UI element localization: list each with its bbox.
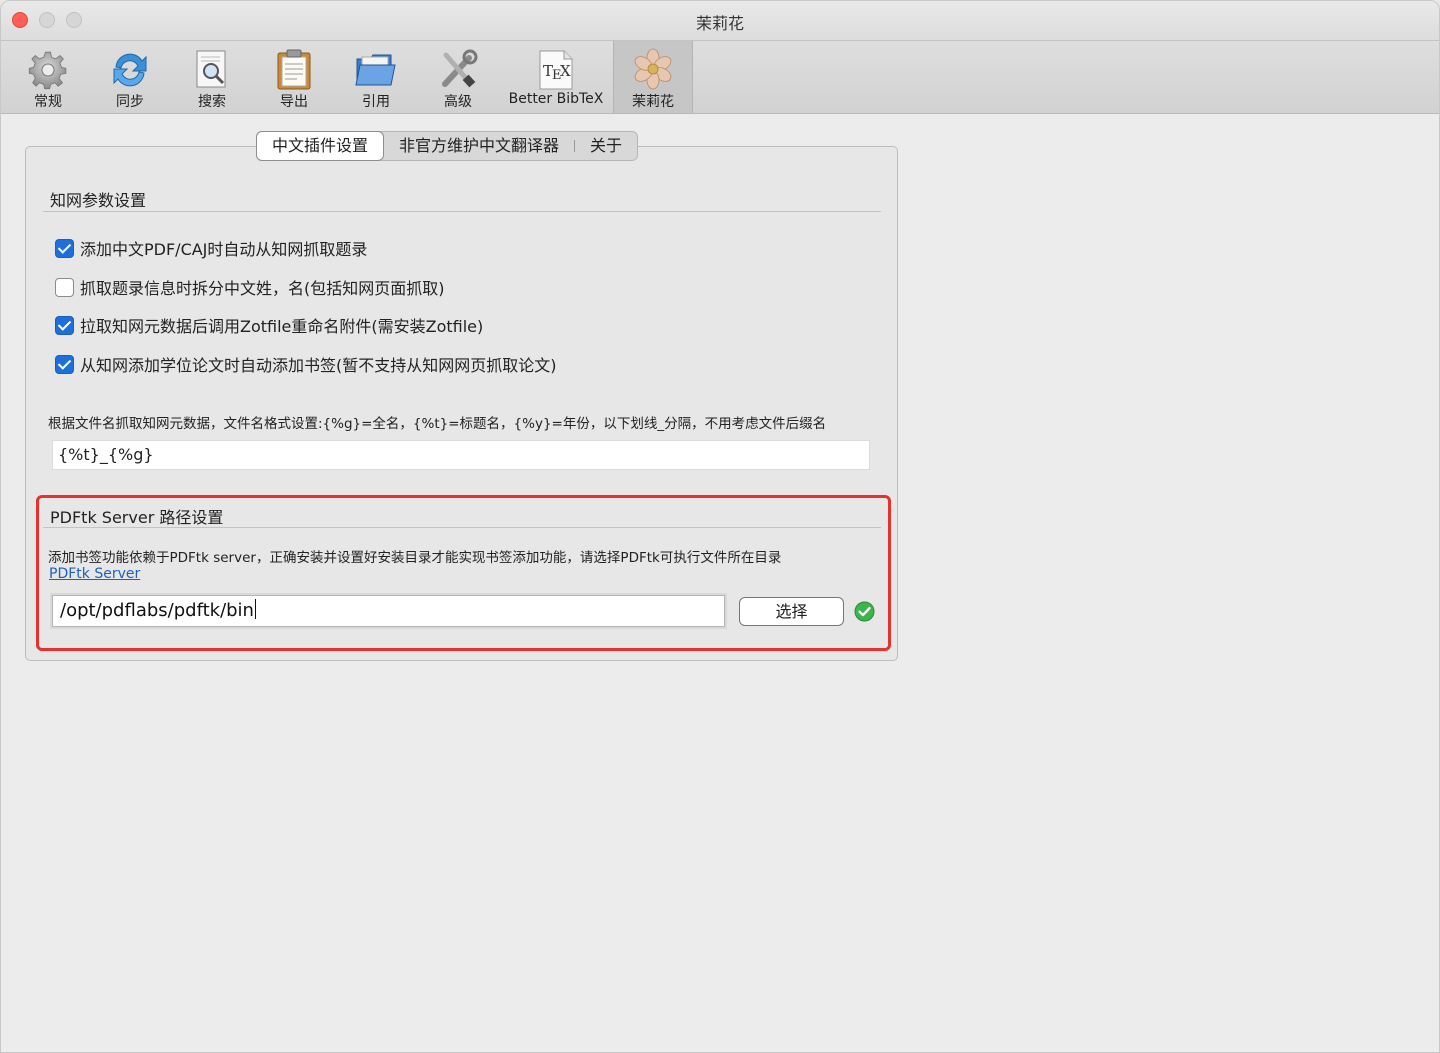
preferences-toolbar: 常规 同步 搜索 导出 引用 高级 T E X Better BibTeX 茉莉… xyxy=(1,41,1439,114)
preferences-window: 茉莉花 常规 同步 搜索 导出 引用 高级 T E X Better BibTe… xyxy=(0,0,1440,1053)
choose-directory-button[interactable]: 选择 xyxy=(739,597,844,626)
checkbox-label: 添加中文PDF/CAJ时自动从知网抓取题录 xyxy=(80,240,368,259)
flower-icon xyxy=(634,48,672,90)
pdftk-section-title: PDFtk Server 路径设置 xyxy=(50,508,224,527)
checkbox-label: 拉取知网元数据后调用Zotfile重命名附件(需安装Zotfile) xyxy=(80,317,484,336)
checkbox-label: 抓取题录信息时拆分中文姓，名(包括知网页面抓取) xyxy=(80,279,445,298)
pdftk-server-link[interactable]: PDFtk Server xyxy=(49,566,140,582)
text-caret xyxy=(254,599,256,619)
svg-text:X: X xyxy=(560,62,571,80)
toolbar-item-label: 高级 xyxy=(444,94,472,110)
checkbox[interactable] xyxy=(55,238,74,258)
checkbox[interactable] xyxy=(55,315,74,335)
window-title: 茉莉花 xyxy=(695,14,744,33)
filename-pattern-input[interactable]: {%t}_{%g} xyxy=(52,440,870,470)
toolbar-item-jasminum[interactable]: 茉莉花 xyxy=(613,41,693,113)
pdftk-description: 添加书签功能依赖于PDFtk server，正确安装并设置好安装目录才能实现书签… xyxy=(48,550,782,566)
toolbar-item-sync[interactable]: 同步 xyxy=(91,41,169,113)
toolbar-item-label: 导出 xyxy=(280,94,308,110)
toolbar-item-advanced[interactable]: 高级 xyxy=(419,41,497,113)
option-zotfile-rename[interactable]: 拉取知网元数据后调用Zotfile重命名附件(需安装Zotfile) xyxy=(55,314,483,336)
toolbar-item-label: 茉莉花 xyxy=(632,94,674,110)
option-split-names[interactable]: 抓取题录信息时拆分中文姓，名(包括知网页面抓取) xyxy=(55,276,445,298)
toolbar-item-label: 搜索 xyxy=(198,94,226,110)
preferences-pane: 中文插件设置 非官方维护中文翻译器 关于 知网参数设置 添加中文PDF/CAJ时… xyxy=(1,115,1439,1052)
option-auto-bookmark[interactable]: 从知网添加学位论文时自动添加书签(暂不支持从知网网页抓取论文) xyxy=(55,353,557,375)
toolbar-item-search[interactable]: 搜索 xyxy=(173,41,251,113)
tab-about[interactable]: 关于 xyxy=(575,132,637,160)
toolbar-item-label: 引用 xyxy=(362,94,390,110)
tab-chinese-plugin-settings[interactable]: 中文插件设置 xyxy=(256,131,385,161)
tab-bar: 中文插件设置 非官方维护中文翻译器 关于 xyxy=(256,131,639,161)
tex-icon: T E X xyxy=(539,50,573,90)
toolbar-item-label: 同步 xyxy=(116,94,144,110)
checkbox[interactable] xyxy=(55,277,74,297)
toolbar-item-label: Better BibTeX xyxy=(508,91,604,107)
tab-unofficial-translators[interactable]: 非官方维护中文翻译器 xyxy=(384,132,574,160)
check-circle-icon xyxy=(854,601,875,622)
checkbox-label: 从知网添加学位论文时自动添加书签(暂不支持从知网网页抓取论文) xyxy=(80,356,557,375)
folder-icon xyxy=(355,54,396,86)
sync-icon xyxy=(113,53,147,87)
checkbox[interactable] xyxy=(55,354,74,374)
toolbar-item-export[interactable]: 导出 xyxy=(255,41,333,113)
filename-format-hint: 根据文件名抓取知网元数据，文件名格式设置:{%g}=全名，{%t}=标题名，{%… xyxy=(48,416,827,432)
section-divider xyxy=(43,211,881,212)
gear-icon xyxy=(28,51,67,90)
toolbar-item-label: 常规 xyxy=(34,94,62,110)
toolbar-item-cite[interactable]: 引用 xyxy=(337,41,415,113)
clipboard-icon xyxy=(277,49,311,90)
pdftk-path-input[interactable]: /opt/pdflabs/pdftk/bin xyxy=(52,595,725,627)
pdftk-path-value: /opt/pdflabs/pdftk/bin xyxy=(60,600,254,621)
section-divider xyxy=(43,527,881,528)
search-icon xyxy=(196,50,226,88)
toolbar-item-better-bibtex[interactable]: T E X Better BibTeX xyxy=(501,41,611,113)
tools-icon xyxy=(442,49,478,88)
toolbar-item-general[interactable]: 常规 xyxy=(9,41,87,113)
title-bar: 茉莉花 xyxy=(1,1,1439,41)
cnki-section-title: 知网参数设置 xyxy=(50,191,147,210)
option-auto-fetch-metadata[interactable]: 添加中文PDF/CAJ时自动从知网抓取题录 xyxy=(55,237,367,259)
